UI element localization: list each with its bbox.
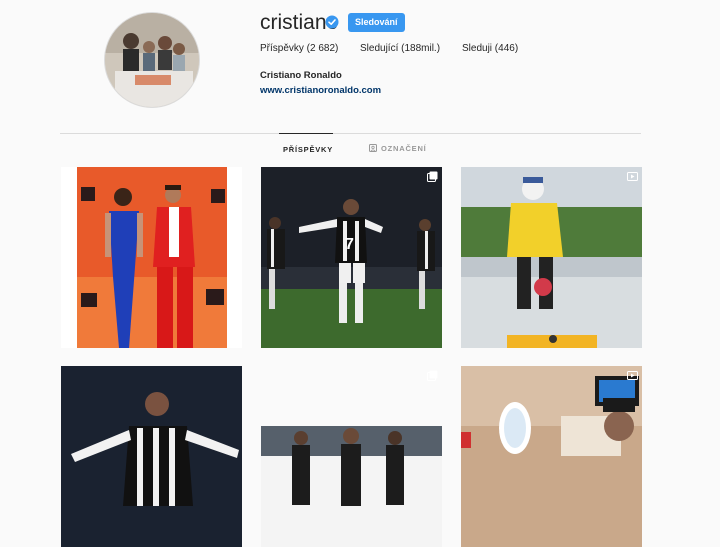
profile-full-name: Cristiano Ronaldo	[260, 70, 342, 81]
following-link[interactable]: Sleduji (446)	[462, 43, 518, 54]
video-icon	[627, 371, 638, 380]
tabs-divider	[60, 133, 641, 134]
svg-text:7: 7	[345, 236, 354, 253]
followers-link[interactable]: Sledující (188mil.)	[360, 43, 440, 54]
posts-count: Příspěvky (2 682)	[260, 43, 339, 54]
verified-badge-icon	[325, 15, 339, 29]
post-tile[interactable]	[461, 167, 642, 348]
tab-tagged[interactable]: OZNAČENÍ	[369, 133, 427, 163]
tab-tagged-label: OZNAČENÍ	[381, 143, 427, 153]
post-tile[interactable]	[61, 366, 242, 547]
tab-posts[interactable]: PŘÍSPĚVKY	[279, 133, 333, 164]
carousel-icon	[427, 171, 438, 182]
post-tile[interactable]	[261, 366, 442, 547]
post-tile[interactable]	[61, 167, 242, 348]
profile-avatar[interactable]	[104, 12, 200, 108]
profile-website-link[interactable]: www.cristianoronaldo.com	[260, 85, 381, 96]
post-tile[interactable]	[461, 366, 642, 547]
tag-icon	[369, 144, 377, 152]
follow-button[interactable]: Sledování	[348, 13, 405, 32]
post-tile[interactable]: 7	[261, 167, 442, 348]
carousel-icon	[427, 370, 438, 381]
video-icon	[627, 172, 638, 181]
tab-posts-label: PŘÍSPĚVKY	[282, 144, 334, 154]
